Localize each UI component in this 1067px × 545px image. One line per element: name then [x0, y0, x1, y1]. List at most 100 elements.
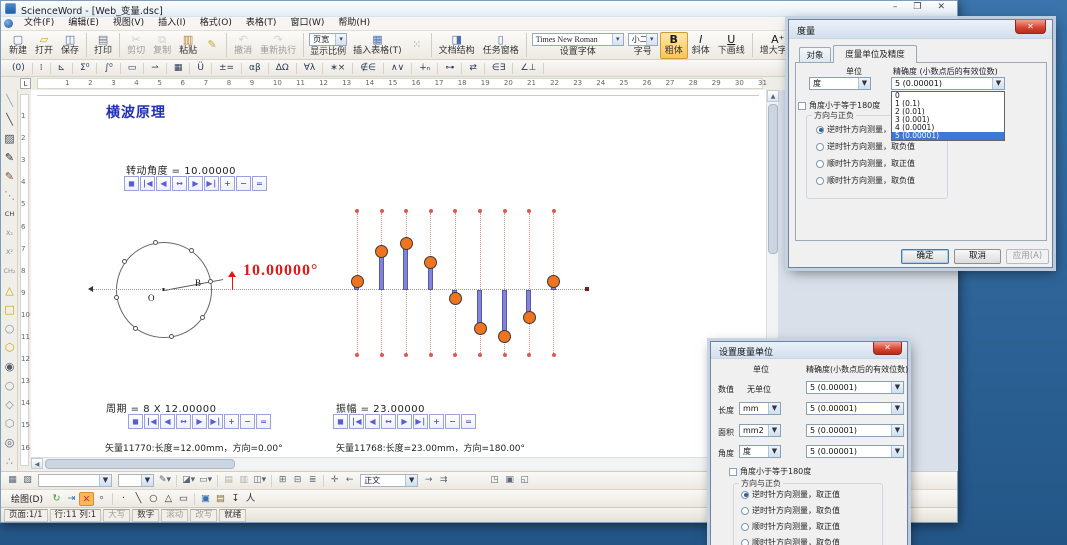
chevron-down-icon[interactable]: ▼ [768, 446, 780, 457]
palette-tool[interactable]: CH₂ [1, 263, 18, 280]
toolbar-combo[interactable]: Times New Roman▾设置字体 [532, 33, 624, 57]
player-button[interactable]: ◀ [365, 414, 380, 429]
toolbar-button[interactable]: ✂剪切 [123, 32, 149, 59]
symbol-button[interactable]: ▦ [169, 61, 188, 76]
ruler-corner-icon[interactable]: L [20, 78, 31, 89]
player-button[interactable]: ◼ [124, 176, 139, 191]
symbol-button[interactable]: ∉∈ [355, 61, 381, 76]
format-button[interactable]: ◪▾ [180, 474, 197, 488]
format-combo[interactable]: ▼ [38, 474, 112, 487]
toolbar-button[interactable]: ◫保存 [57, 32, 83, 59]
toolbar-button[interactable]: ▦插入表格(T) [349, 32, 406, 59]
toolbar-button[interactable]: ▢新建 [5, 32, 31, 59]
circle-handle[interactable] [200, 315, 205, 320]
palette-tool[interactable]: ✎ [1, 149, 18, 166]
format-button[interactable]: ← [342, 474, 357, 488]
format-button[interactable]: ◱ [517, 474, 532, 488]
ok-button[interactable]: 确定 [901, 249, 949, 264]
player-button[interactable]: ↔ [381, 414, 396, 429]
units-unit-combo[interactable]: mm2▼ [739, 424, 781, 437]
chevron-down-icon[interactable]: ▼ [858, 78, 870, 89]
player-button[interactable]: ↔ [172, 176, 187, 191]
units-radio-option[interactable]: 顺时针方向测量，取负值 [741, 537, 840, 545]
toolbar-button[interactable]: ⧉复制 [149, 32, 175, 59]
chevron-down-icon[interactable]: ▼ [891, 403, 903, 414]
toolbar-button[interactable]: ↶撤消 [230, 32, 256, 59]
units-precision-combo[interactable]: 5 (0.00001)▼ [806, 424, 904, 437]
chevron-down-icon[interactable]: ▾ [612, 34, 623, 45]
wave-point-handle[interactable] [523, 311, 536, 324]
circle-handle[interactable] [208, 279, 213, 284]
units-unit-combo[interactable]: 度▼ [739, 445, 781, 458]
symbol-button[interactable]: ∠⊥ [515, 61, 541, 76]
units-precision-combo[interactable]: 5 (0.00001)▼ [806, 445, 904, 458]
toolbar-button[interactable]: ▥粘贴 [175, 32, 201, 59]
draw-tool-button[interactable]: ▭ [176, 492, 191, 506]
toolbar-button[interactable]: ◨文档结构 [435, 32, 479, 59]
palette-tool[interactable]: CH [1, 206, 18, 223]
radio-button[interactable] [816, 177, 824, 185]
player-button[interactable]: ▶ [397, 414, 412, 429]
format-button[interactable]: ▭▾ [197, 474, 214, 488]
toolbar-combo[interactable]: 页宽▾显示比例 [309, 33, 347, 57]
symbol-button[interactable]: ∀λ [299, 61, 320, 76]
app-menu-icon[interactable] [4, 19, 13, 28]
horizontal-scroll-thumb[interactable] [45, 459, 235, 469]
title-bar[interactable]: ScienceWord - [Web_变量.dsc] – ❐ ✕ [1, 1, 957, 17]
apply-button[interactable]: 应用(A) [1006, 249, 1049, 264]
draw-tool-button[interactable]: △ [161, 492, 176, 506]
symbol-button[interactable]: (0) [7, 61, 30, 76]
radio-button[interactable] [816, 126, 824, 134]
symbol-button[interactable]: ⇄ [464, 61, 482, 76]
palette-tool[interactable]: ◎ [1, 434, 18, 451]
symbol-button[interactable]: ±= [214, 61, 239, 76]
toolbar-button[interactable]: ⁙ [406, 32, 428, 59]
measure-radio-option[interactable]: 逆时针方向测量，取负值 [816, 141, 915, 152]
player-button[interactable]: ∣◀ [144, 414, 159, 429]
format-button[interactable]: ✛ [327, 474, 342, 488]
symbol-button[interactable]: Σ⁰ [75, 61, 94, 76]
units-dialog-close-icon[interactable]: ✕ [873, 342, 902, 355]
player-button[interactable]: = [252, 176, 267, 191]
format-button[interactable]: → [421, 474, 436, 488]
palette-tool[interactable]: ○ [1, 377, 18, 394]
units-unit-combo[interactable]: mm▼ [739, 402, 781, 415]
radio-button[interactable] [816, 143, 824, 151]
symbol-button[interactable]: ⇀ [146, 61, 164, 76]
palette-tool[interactable]: ◉ [1, 358, 18, 375]
player-button[interactable]: = [461, 414, 476, 429]
toolbar-combo[interactable]: 小二▾字号 [628, 33, 658, 57]
toolbar-button[interactable]: ✎ [201, 32, 223, 59]
menu-item[interactable]: 帮助(H) [331, 17, 377, 30]
checkbox-box[interactable] [729, 468, 737, 476]
drawing-menu-button[interactable]: 绘图(D) [5, 492, 49, 505]
palette-tool[interactable]: ⬡ [1, 415, 18, 432]
toolbar-button[interactable]: ▤打印 [90, 32, 116, 59]
chevron-down-icon[interactable]: ▼ [405, 475, 417, 486]
chevron-down-icon[interactable]: ▼ [891, 425, 903, 436]
draw-tool-button[interactable]: ╲ [131, 492, 146, 506]
player-button[interactable]: ◀ [156, 176, 171, 191]
units-precision-combo[interactable]: 5 (0.00001)▼ [806, 402, 904, 415]
measure-dialog-close-icon[interactable]: ✕ [1015, 20, 1046, 34]
radio-button[interactable] [741, 523, 749, 531]
format-combo[interactable]: 正文▼ [360, 474, 418, 487]
format-button[interactable]: ⊞ [275, 474, 290, 488]
toolbar-button[interactable]: B粗体 [660, 32, 688, 59]
chevron-down-icon[interactable]: ▾ [335, 34, 346, 45]
radio-button[interactable] [741, 539, 749, 545]
format-button[interactable]: ≣ [305, 474, 320, 488]
combo-box[interactable]: Times New Roman▾ [532, 33, 624, 46]
measure-radio-option[interactable]: 顺时针方向测量，取正值 [816, 158, 915, 169]
menu-item[interactable]: 编辑(E) [61, 17, 106, 30]
wave-point-handle[interactable] [474, 322, 487, 335]
draw-tool-button[interactable]: ↧ [228, 492, 243, 506]
wave-point-handle[interactable] [400, 237, 413, 250]
chevron-down-icon[interactable]: ▼ [992, 78, 1004, 89]
format-combo[interactable]: ▼ [118, 474, 154, 487]
palette-tool[interactable]: △ [1, 282, 18, 299]
circle-handle[interactable] [189, 248, 194, 253]
measure-radio-option[interactable]: 顺时针方向测量，取负值 [816, 175, 915, 186]
player-button[interactable]: ▶ [188, 176, 203, 191]
palette-tool[interactable]: ╲ [1, 111, 18, 128]
